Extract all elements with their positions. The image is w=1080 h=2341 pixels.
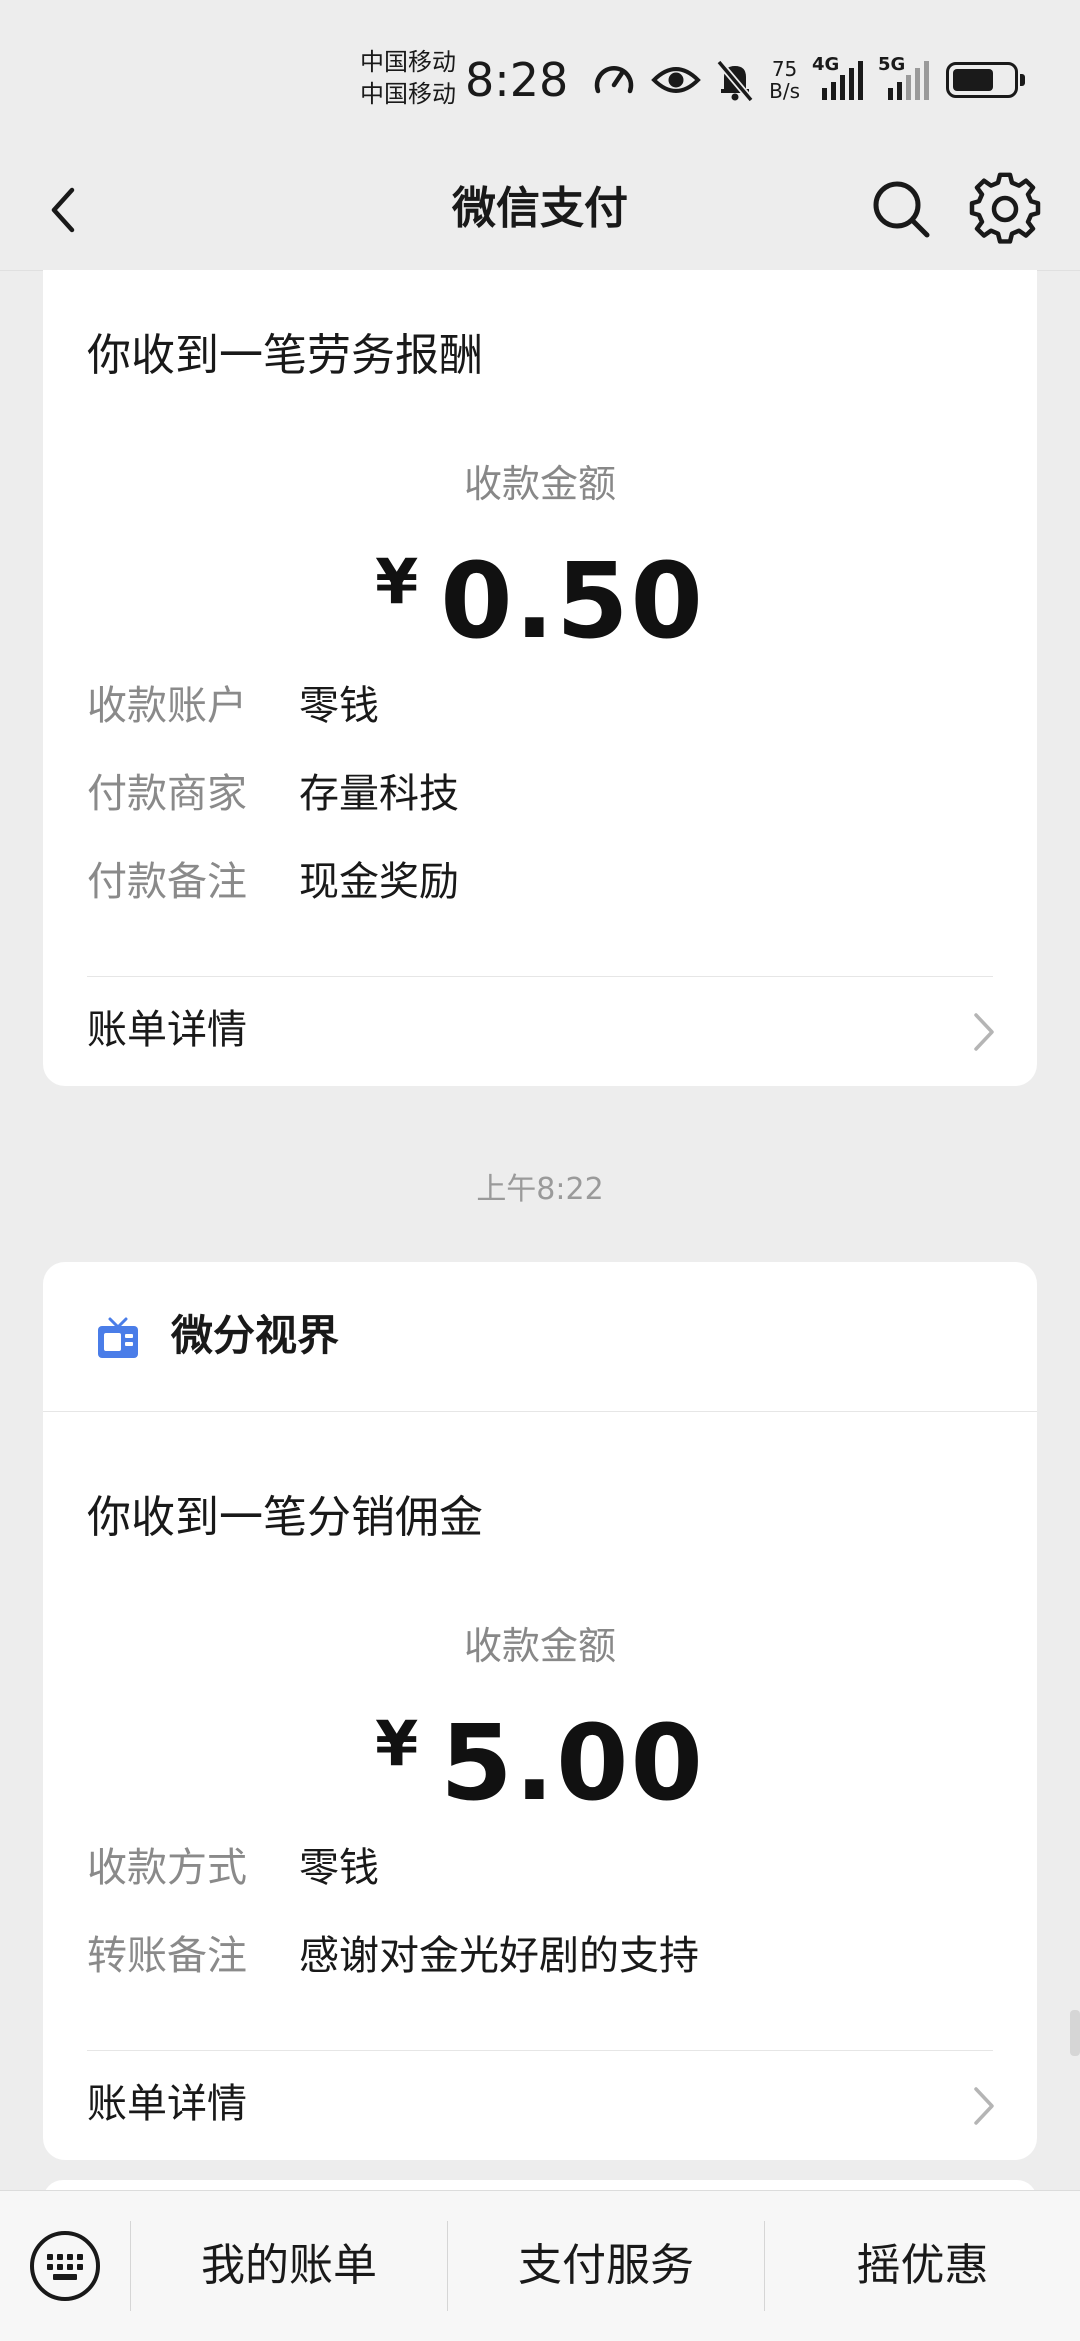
bill-detail-label: 账单详情 (87, 1007, 247, 1053)
chevron-right-icon (974, 2087, 994, 2125)
bill-detail-link[interactable]: 账单详情 (43, 976, 1037, 1086)
info-value: 现金奖励 (299, 859, 459, 905)
message-title: 你收到一笔分销佣金 (87, 1492, 483, 1543)
carrier-2: 中国移动 (360, 80, 456, 108)
info-row: 收款方式 零钱 (87, 1838, 379, 1898)
settings-icon[interactable] (968, 172, 1042, 246)
status-bar: 中国移动 中国移动 8:28 75 B/s 4G 5G (0, 0, 1080, 150)
nav-bar: 微信支付 (0, 150, 1080, 271)
info-key: 付款备注 (87, 859, 247, 905)
tv-icon (98, 1317, 138, 1358)
eye-icon (651, 67, 701, 93)
amount-value: ¥5.00 (43, 1702, 1037, 1824)
sim2-network-label: 5G (878, 54, 906, 75)
menu-shake-offers[interactable]: 摇优惠 (765, 2191, 1080, 2341)
amount-number: 0.50 (440, 540, 705, 662)
amount-number: 5.00 (440, 1702, 705, 1824)
message-title: 你收到一笔劳务报酬 (87, 330, 483, 381)
merchant-name[interactable]: 微分视界 (171, 1306, 339, 1366)
info-key: 转账备注 (87, 1933, 247, 1979)
battery-icon (946, 62, 1025, 98)
info-key: 付款商家 (87, 771, 247, 817)
payment-message-card: 微分视界 你收到一笔分销佣金 收款金额 ¥5.00 收款方式 零钱 转账备注 感谢对… (43, 1262, 1037, 2160)
speedometer-icon (594, 66, 634, 94)
menu-payment-services[interactable]: 支付服务 (448, 2191, 764, 2341)
keyboard-icon[interactable] (28, 2229, 102, 2303)
network-speed: 75 B/s (769, 58, 800, 102)
bill-detail-link[interactable]: 账单详情 (43, 2050, 1037, 2160)
info-row: 收款账户 零钱 (87, 676, 379, 736)
info-value: 存量科技 (299, 771, 459, 817)
payment-message-card: 你收到一笔劳务报酬 收款金额 ¥0.50 收款账户 零钱 付款商家 存量科技 付款备… (43, 270, 1037, 1086)
bill-detail-label: 账单详情 (87, 2081, 247, 2127)
amount-label: 收款金额 (463, 1624, 616, 1668)
back-icon[interactable] (38, 180, 98, 240)
carrier-1: 中国移动 (360, 48, 456, 76)
message-timestamp: 上午8:22 (476, 1172, 604, 1207)
info-row: 付款商家 存量科技 (87, 764, 459, 824)
scroll-indicator[interactable] (1070, 2010, 1080, 2056)
divider (43, 1411, 1037, 1412)
currency-symbol: ¥ (375, 1707, 419, 1780)
page-title: 微信支付 (452, 183, 628, 234)
info-row: 转账备注 感谢对金光好剧的支持 (87, 1926, 699, 1986)
info-row: 付款备注 现金奖励 (87, 852, 459, 912)
status-time: 8:28 (465, 53, 569, 107)
network-speed-value: 75 (771, 57, 798, 81)
bottom-menu: 我的账单 支付服务 摇优惠 (0, 2190, 1080, 2341)
amount-value: ¥0.50 (43, 540, 1037, 662)
network-speed-unit: B/s (769, 79, 800, 103)
carrier-info: 中国移动 中国移动 (360, 46, 456, 110)
info-value: 感谢对金光好剧的支持 (299, 1933, 699, 1979)
sim1-network-label: 4G (812, 54, 840, 75)
info-value: 零钱 (299, 1845, 379, 1891)
signal-sim2-icon: 5G (878, 54, 932, 100)
status-icons: 75 B/s 4G 5G (591, 52, 1025, 108)
chevron-right-icon (974, 1013, 994, 1051)
signal-sim1-icon: 4G (812, 54, 866, 100)
amount-label: 收款金额 (463, 462, 616, 506)
info-value: 零钱 (299, 683, 379, 729)
bell-muted-icon (716, 59, 754, 102)
search-icon[interactable] (866, 174, 936, 244)
info-key: 收款账户 (87, 683, 247, 729)
info-key: 收款方式 (87, 1845, 247, 1891)
currency-symbol: ¥ (375, 545, 419, 618)
menu-my-bills[interactable]: 我的账单 (131, 2191, 447, 2341)
